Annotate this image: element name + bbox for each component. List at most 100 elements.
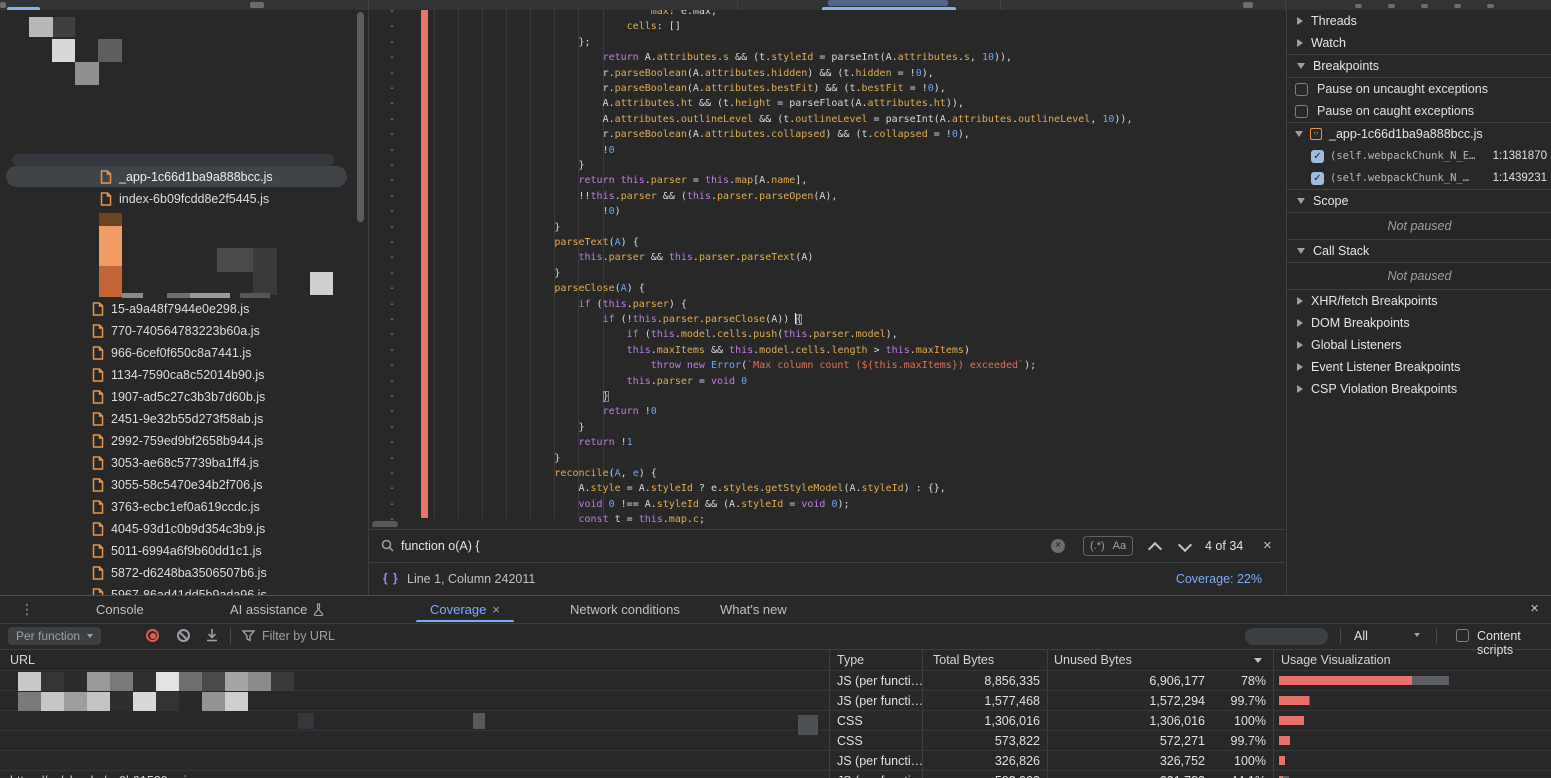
script-file-icon: ‹› xyxy=(1310,128,1322,140)
tab-what-s-new[interactable]: What's new xyxy=(720,596,787,622)
content-scripts-checkbox[interactable] xyxy=(1456,629,1469,642)
sidebar-section-scope[interactable]: Scope xyxy=(1287,189,1551,212)
file-item[interactable]: 5967-86ad41dd5b9ada96.js xyxy=(92,584,267,595)
drawer-close-icon[interactable]: × xyxy=(1530,600,1539,617)
code-token: && ( xyxy=(657,191,687,202)
sidebar-section-breakpoints[interactable]: Breakpoints xyxy=(1287,54,1551,77)
find-input[interactable] xyxy=(399,538,1003,554)
clear-coverage-icon[interactable] xyxy=(177,629,190,642)
file-item[interactable]: 1907-ad5c27c3b3b7d60b.js xyxy=(92,386,265,408)
file-item[interactable]: 4045-93d1c0b9d354c3b9.js xyxy=(92,518,265,540)
filter-funnel-icon xyxy=(242,629,255,642)
strip-icon-fragment xyxy=(1243,2,1253,8)
regex-toggle[interactable]: (.*) xyxy=(1090,540,1105,552)
match-case-toggle[interactable]: Aa xyxy=(1113,540,1126,552)
column-header-type[interactable]: Type xyxy=(837,653,864,667)
code-token: throw xyxy=(651,360,681,371)
code-line: return !0 xyxy=(369,404,1285,419)
sidebar-section-call-stack[interactable]: Call Stack xyxy=(1287,239,1551,262)
horizontal-scrollbar[interactable] xyxy=(372,521,398,527)
code-viewport[interactable]: -max: e.max,-cells: []-};-return A.attri… xyxy=(369,10,1285,527)
chevron-down-icon xyxy=(1414,633,1420,637)
column-header-usage-visualization[interactable]: Usage Visualization xyxy=(1281,653,1391,667)
file-item[interactable]: 15-a9a48f7944e0e298.js xyxy=(92,298,249,320)
file-item[interactable]: 2992-759ed9bf2658b944.js xyxy=(92,430,263,452)
sidebar-section-csp-violation-breakpoints[interactable]: CSP Violation Breakpoints xyxy=(1287,378,1551,400)
file-item[interactable]: 5011-6994a6f9b60dd1c1.js xyxy=(92,540,262,562)
redaction-block xyxy=(217,248,253,272)
find-close-icon[interactable]: × xyxy=(1263,537,1272,554)
code-token: attributes xyxy=(705,68,765,79)
coverage-type-filter-select[interactable]: All xyxy=(1354,629,1368,643)
breakpoint-location[interactable]: 1:1439231 xyxy=(1493,172,1547,184)
sidebar-section-event-listener-breakpoints[interactable]: Event Listener Breakpoints xyxy=(1287,356,1551,378)
source-editor-pane: -max: e.max,-cells: []-};-return A.attri… xyxy=(369,10,1285,595)
file-icon xyxy=(100,170,112,184)
code-token: this xyxy=(578,252,602,263)
find-previous-icon[interactable] xyxy=(1148,542,1162,556)
sidebar-section-xhr-fetch-breakpoints[interactable]: XHR/fetch Breakpoints xyxy=(1287,289,1551,312)
code-token: 1 xyxy=(627,437,633,448)
more-tabs-icon[interactable]: ⋮ xyxy=(20,601,34,618)
tab-close-icon[interactable]: × xyxy=(492,602,500,617)
code-token: ) && (t. xyxy=(807,68,855,79)
code-line: reconcile(A, e) { xyxy=(369,466,1285,481)
file-item[interactable]: 770-740564783223b60a.js xyxy=(92,320,260,342)
navigator-scrollbar[interactable] xyxy=(357,12,364,222)
breakpoint-entry[interactable]: ✓(self.webpackChunk_N_E…1:1381870 xyxy=(1287,145,1551,167)
redaction-block xyxy=(110,672,133,691)
export-download-icon[interactable] xyxy=(205,628,219,642)
chevron-down-icon xyxy=(87,634,93,638)
redaction-block xyxy=(156,692,179,711)
code-token: A. xyxy=(578,483,590,494)
tab-console[interactable]: Console xyxy=(96,596,144,622)
breakpoint-entry[interactable]: ✓(self.webpackChunk_N_…1:1439231 xyxy=(1287,167,1551,189)
code-token: A. xyxy=(603,98,615,109)
code-token: parser xyxy=(813,329,849,340)
code-token: ), xyxy=(934,83,946,94)
redaction-block xyxy=(41,692,64,711)
sidebar-section-global-listeners[interactable]: Global Listeners xyxy=(1287,334,1551,356)
tab-ai-assistance[interactable]: AI assistance xyxy=(230,596,324,622)
breakpoint-file-group[interactable]: ‹›_app-1c66d1ba9a888bcc.js xyxy=(1287,122,1551,145)
record-coverage-button[interactable] xyxy=(146,629,159,642)
breakpoint-location[interactable]: 1:1381870 xyxy=(1493,150,1547,162)
pretty-print-icon[interactable]: { } xyxy=(383,571,399,585)
file-item[interactable]: 3055-58c5470e34b2f706.js xyxy=(92,474,263,496)
sidebar-section-dom-breakpoints[interactable]: DOM Breakpoints xyxy=(1287,312,1551,334)
find-next-icon[interactable] xyxy=(1178,538,1192,552)
column-header-unused-bytes[interactable]: Unused Bytes xyxy=(1054,653,1132,667)
breakpoint-checkbox[interactable]: ✓ xyxy=(1311,172,1324,185)
clear-search-icon[interactable]: × xyxy=(1051,539,1065,553)
redaction-block xyxy=(99,213,122,226)
section-label: DOM Breakpoints xyxy=(1311,316,1410,330)
exception-checkbox[interactable] xyxy=(1295,105,1308,118)
filter-by-url-input[interactable]: Filter by URL xyxy=(262,629,335,643)
column-header-total-bytes[interactable]: Total Bytes xyxy=(933,653,994,667)
tab-network-conditions[interactable]: Network conditions xyxy=(570,596,680,622)
file-item[interactable]: index-6b09fcdd8e2f5445.js xyxy=(100,188,269,210)
cell-url-partial[interactable]: https://…/chunks/…9b91530….js xyxy=(10,774,193,778)
file-item-selected[interactable]: _app-1c66d1ba9a888bcc.js xyxy=(100,166,273,188)
sidebar-section-threads[interactable]: Threads xyxy=(1287,10,1551,32)
file-item[interactable]: 966-6cef0f650c8a7441.js xyxy=(92,342,251,364)
section-label: Scope xyxy=(1313,194,1348,208)
code-line: r.parseBoolean(A.attributes.bestFit) && … xyxy=(369,81,1285,96)
file-item[interactable]: 2451-9e32b55d273f58ab.js xyxy=(92,408,263,430)
header-border xyxy=(0,670,1551,671)
coverage-link[interactable]: Coverage: 22% xyxy=(1176,572,1262,586)
cell-unused-percent: 99.7% xyxy=(1216,734,1266,748)
breakpoint-checkbox[interactable]: ✓ xyxy=(1311,150,1324,163)
file-item[interactable]: 1134-7590ca8c52014b90.js xyxy=(92,364,264,386)
coverage-mode-select[interactable]: Per function xyxy=(8,627,101,645)
code-token: ), xyxy=(958,129,970,140)
sidebar-section-watch[interactable]: Watch xyxy=(1287,32,1551,54)
cell-total-bytes: 8,856,335 xyxy=(900,674,1040,688)
file-item[interactable]: 3053-ae68c57739ba1ff4.js xyxy=(92,452,259,474)
column-header-url[interactable]: URL xyxy=(10,653,35,667)
exception-checkbox[interactable] xyxy=(1295,83,1308,96)
chevron-right-icon xyxy=(1297,17,1303,25)
file-item[interactable]: 3763-ecbc1ef0a619ccdc.js xyxy=(92,496,260,518)
tab-coverage[interactable]: Coverage× xyxy=(430,596,500,622)
file-item[interactable]: 5872-d6248ba3506507b6.js xyxy=(92,562,267,584)
